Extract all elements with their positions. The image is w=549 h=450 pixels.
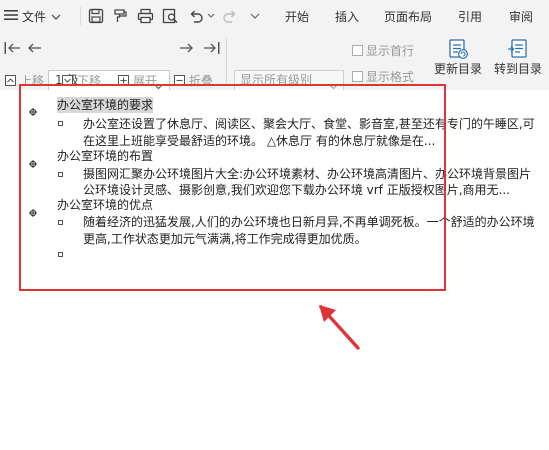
show-format-label: 显示格式 [366,70,415,84]
goto-toc-icon [507,38,529,60]
refresh-toc-icon [447,38,469,60]
show-first-line-checkbox[interactable]: 显示首行 [352,42,414,59]
ribbon-top-row: 文件 开始 插入 页面布局 引用 审阅 [0,0,549,32]
menu-icon [4,9,18,24]
checkbox-box [352,45,363,56]
tab-review[interactable]: 审阅 [509,8,533,25]
demote-icon[interactable] [178,41,194,55]
file-menu-label: 文件 [22,9,47,24]
goto-toc-button[interactable]: 转到目录 [491,38,545,77]
demote-to-body-icon[interactable] [202,41,220,55]
ribbon: 文件 开始 插入 页面布局 引用 审阅 1 显示所有级别 显示首行 显示格式 更… [0,0,549,91]
tab-insert[interactable]: 插入 [335,8,359,25]
quick-access-dropdown-icon[interactable] [250,13,260,19]
promote-to-heading-icon[interactable] [4,41,22,55]
toolbar-divider [80,7,81,25]
update-toc-button[interactable]: 更新目录 [432,38,484,77]
print-preview-icon[interactable] [162,8,179,24]
tab-references[interactable]: 引用 [458,8,482,25]
promote-icon[interactable] [27,41,43,55]
goto-toc-label: 转到目录 [493,62,542,76]
tab-page-layout[interactable]: 页面布局 [384,8,432,25]
show-first-line-label: 显示首行 [366,44,415,58]
highlight-box [19,84,446,291]
show-format-checkbox[interactable]: 显示格式 [352,68,414,85]
format-painter-icon[interactable] [112,8,128,24]
undo-dropdown-icon[interactable] [207,13,215,18]
redo-icon[interactable] [222,8,238,24]
print-icon[interactable] [137,8,154,24]
undo-icon[interactable] [188,8,204,24]
save-icon[interactable] [88,8,104,24]
checkbox-box [352,71,363,82]
annotation-arrow-icon [316,302,366,358]
update-toc-label: 更新目录 [433,62,482,76]
chevron-down-icon [51,9,61,23]
tab-home[interactable]: 开始 [285,8,309,25]
toolbar-divider [226,38,227,86]
file-menu-button[interactable]: 文件 [4,7,61,25]
move-up-icon [5,75,16,86]
